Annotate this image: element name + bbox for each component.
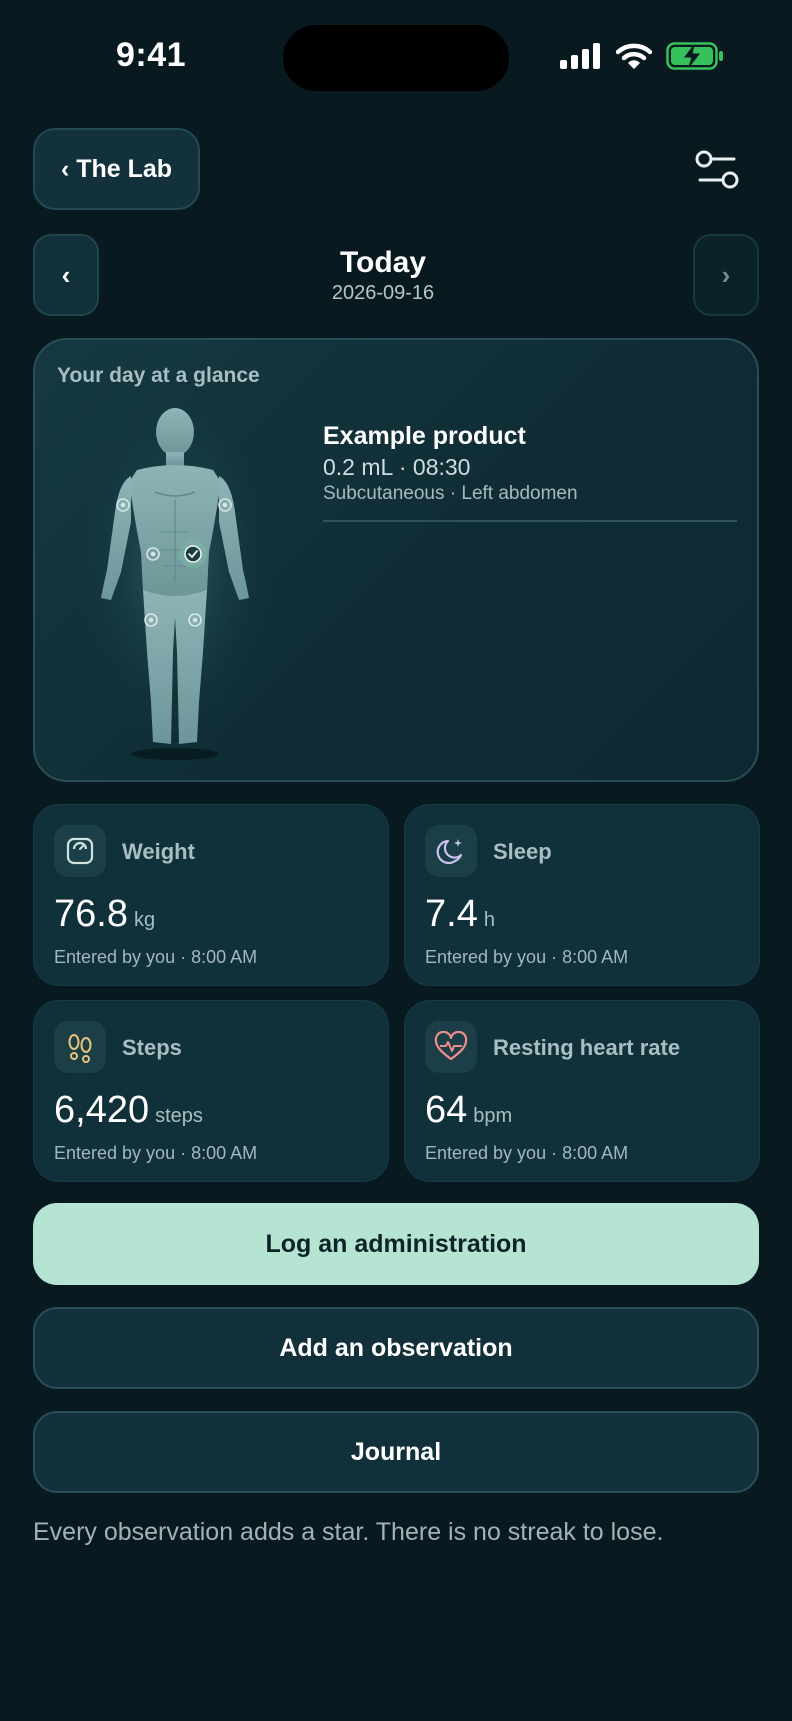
heart-rate-icon-box (425, 1021, 477, 1073)
metric-unit: bpm (473, 1105, 513, 1127)
metric-value: 64 bpm (425, 1089, 512, 1132)
product-dose-time: 0.2 mL · 08:30 (323, 454, 471, 480)
moon-icon (436, 839, 463, 865)
product-divider (323, 520, 737, 522)
metric-unit: steps (155, 1105, 203, 1127)
day-title: Today (339, 246, 427, 279)
sliders-icon (695, 150, 739, 189)
metric-number: 64 (425, 1089, 468, 1131)
steps-icon-box (54, 1021, 106, 1073)
status-icons (560, 42, 724, 70)
metric-entered: Entered by you · 8:00 AM (54, 1143, 258, 1163)
metric-number: 6,420 (54, 1089, 150, 1131)
add-observation-button[interactable]: Add an observation (33, 1307, 759, 1389)
metric-card-resting-heart-rate[interactable]: Resting heart rate 64 bpm Entered by you … (404, 1000, 760, 1182)
cellular-signal-icon (560, 43, 600, 69)
product-route-site: Subcutaneous · Left abdomen (323, 483, 578, 504)
sleep-icon-box (425, 825, 477, 877)
metric-entered: Entered by you · 8:00 AM (425, 1143, 629, 1163)
day-glance-card[interactable]: Your day at a glance Example product 0.2… (33, 338, 759, 782)
metric-value: 7.4 h (425, 893, 495, 936)
heart-pulse-icon (434, 1031, 468, 1061)
metric-entered: Entered by you · 8:00 AM (425, 947, 629, 967)
body-map-figure (75, 407, 275, 760)
metric-number: 7.4 (425, 893, 478, 935)
footer-message: Every observation adds a star. There is … (33, 1518, 664, 1546)
metric-label: Sleep (493, 839, 552, 864)
metric-card-steps[interactable]: Steps 6,420 steps Entered by you · 8:00 A… (33, 1000, 389, 1182)
wifi-icon (616, 43, 652, 69)
metric-unit: kg (133, 909, 156, 931)
filter-button[interactable] (690, 144, 746, 196)
dynamic-island (283, 25, 509, 91)
metric-card-sleep[interactable]: Sleep 7.4 h Entered by you · 8:00 AM (404, 804, 760, 986)
next-day-button[interactable]: › (693, 234, 759, 316)
footprints-icon (68, 1034, 92, 1063)
status-time: 9:41 (116, 36, 187, 74)
log-administration-button[interactable]: Log an administration (33, 1203, 759, 1285)
metric-label: Resting heart rate (493, 1035, 681, 1060)
metric-value: 6,420 steps (54, 1089, 203, 1132)
metric-label: Weight (122, 839, 195, 864)
metric-card-weight[interactable]: Weight 76.8 kg Entered by you · 8:00 AM (33, 804, 389, 986)
battery-charging-icon (666, 42, 723, 70)
scale-icon (66, 837, 94, 865)
metric-number: 76.8 (54, 893, 128, 935)
metric-value: 76.8 kg (54, 893, 155, 936)
previous-day-button[interactable]: ‹ (33, 234, 99, 316)
day-date: 2026-09-16 (331, 282, 435, 304)
weight-icon-box (54, 825, 106, 877)
back-button[interactable]: ‹ The Lab (33, 128, 200, 210)
metric-label: Steps (122, 1035, 182, 1060)
journal-button[interactable]: Journal (33, 1411, 759, 1493)
metric-entered: Entered by you · 8:00 AM (54, 947, 258, 967)
glance-title: Your day at a glance (57, 364, 260, 387)
metric-unit: h (483, 909, 495, 931)
app-screen: 9:41 ‹ The Lab ‹ Today 2026-09-16 › Your… (0, 0, 792, 1721)
product-name: Example product (323, 422, 526, 450)
